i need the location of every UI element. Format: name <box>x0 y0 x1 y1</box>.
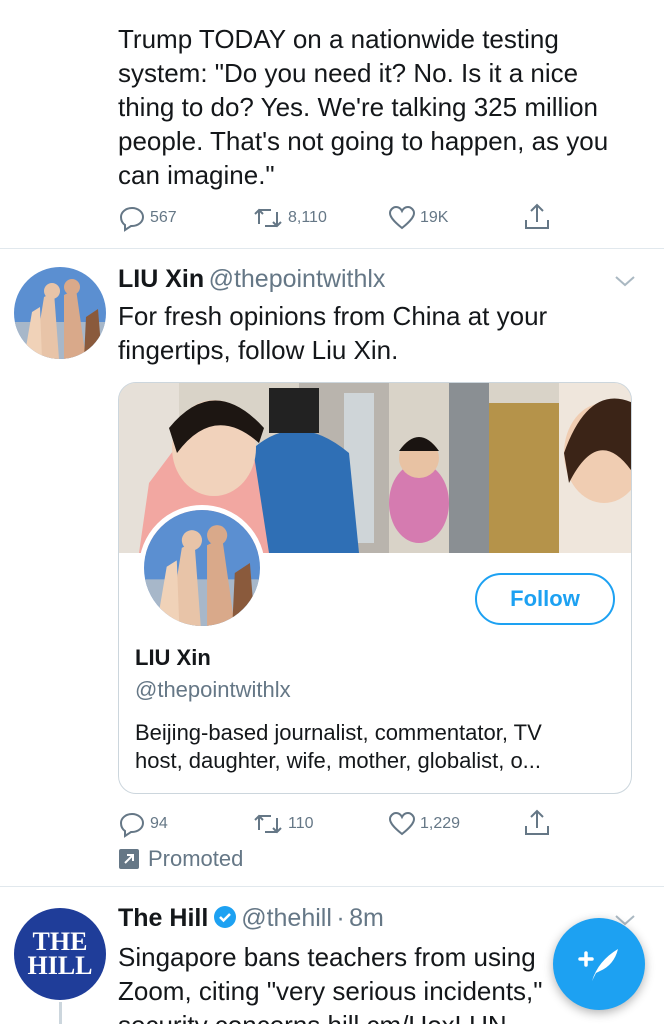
tweet-time[interactable]: 8m <box>349 904 384 932</box>
time-separator: · <box>336 904 345 932</box>
compose-tweet-button[interactable] <box>553 918 645 1010</box>
retweet-count: 110 <box>288 815 314 832</box>
logo-line: THE <box>32 927 88 956</box>
reply-count: 94 <box>150 815 168 832</box>
avatar[interactable] <box>14 267 106 359</box>
share-button[interactable] <box>522 202 552 232</box>
tweet-header: LIU Xin @thepointwithlx <box>118 265 385 294</box>
retweet-icon <box>254 814 282 834</box>
retweet-count: 8,110 <box>288 209 327 226</box>
promoted-label: Promoted <box>118 846 243 872</box>
reply-count: 567 <box>150 209 177 226</box>
tweet-text-line: For fresh opinions from China at your <box>118 301 548 331</box>
logo-line: HILL <box>27 951 93 980</box>
thread-line <box>59 1002 62 1024</box>
card-handle: @thepointwithlx <box>135 677 291 702</box>
tweet-header: The Hill @thehill · 8m <box>118 904 384 933</box>
reply-icon <box>119 206 145 232</box>
profile-card[interactable]: Follow LIU Xin @thepointwithlx Beijing-b… <box>118 382 632 794</box>
retweet-button[interactable]: 110 <box>252 810 314 838</box>
tweet-text: For fresh opinions from China at your fi… <box>118 299 648 367</box>
author-handle[interactable]: @thepointwithlx <box>209 265 386 293</box>
tweet-text-line: system: "Do you need it? No. Is it a nic… <box>118 58 579 88</box>
avatar-image <box>14 267 106 359</box>
card-avatar[interactable] <box>139 505 265 631</box>
like-icon <box>388 811 416 836</box>
like-button[interactable]: 19K <box>388 204 448 232</box>
like-icon <box>388 205 416 230</box>
card-avatar-image <box>144 510 260 626</box>
compose-icon <box>578 949 618 981</box>
tweet-text-line: people. That's not going to happen, as y… <box>118 126 609 156</box>
tweet-text-line: fingertips, follow Liu Xin. <box>118 335 399 365</box>
card-bio-line: host, daughter, wife, mother, globalist,… <box>135 748 542 773</box>
retweet-icon <box>254 208 282 228</box>
share-icon <box>525 809 549 835</box>
retweet-button[interactable]: 8,110 <box>252 204 327 232</box>
like-button[interactable]: 1,229 <box>388 810 460 838</box>
chevron-down-icon[interactable] <box>612 271 638 291</box>
tweet-trump-testing[interactable]: Trump TODAY on a nationwide testing syst… <box>0 0 664 248</box>
tweet-text: Trump TODAY on a nationwide testing syst… <box>118 22 648 192</box>
tweet-text-line: can imagine." <box>118 160 275 190</box>
verified-icon <box>213 906 236 928</box>
card-bio: Beijing-based journalist, commentator, T… <box>135 719 625 775</box>
tweet-text-line: security concerns hill.cm/UoxLUN <box>118 1008 648 1024</box>
author-name[interactable]: The Hill <box>118 904 208 932</box>
tweet-text-line: thing to do? Yes. We're talking 325 mill… <box>118 92 599 122</box>
card-bio-line: Beijing-based journalist, commentator, T… <box>135 720 542 745</box>
share-icon <box>525 203 549 229</box>
like-count: 1,229 <box>420 815 461 832</box>
promoted-text: Promoted <box>148 846 244 871</box>
author-handle[interactable]: @thehill <box>241 904 332 932</box>
reply-icon <box>119 812 145 838</box>
reply-button[interactable]: 94 <box>118 810 168 838</box>
author-name[interactable]: LIU Xin <box>118 265 204 293</box>
like-count: 19K <box>420 209 449 226</box>
reply-button[interactable]: 567 <box>118 204 177 232</box>
promoted-icon <box>119 849 139 869</box>
avatar-the-hill[interactable]: THE HILL <box>14 908 106 1000</box>
divider <box>0 886 664 887</box>
follow-button[interactable]: Follow <box>475 573 615 625</box>
tweet-text-line: Trump TODAY on a nationwide testing <box>118 24 559 54</box>
card-name: LIU Xin <box>135 645 211 670</box>
share-button[interactable] <box>522 808 552 838</box>
